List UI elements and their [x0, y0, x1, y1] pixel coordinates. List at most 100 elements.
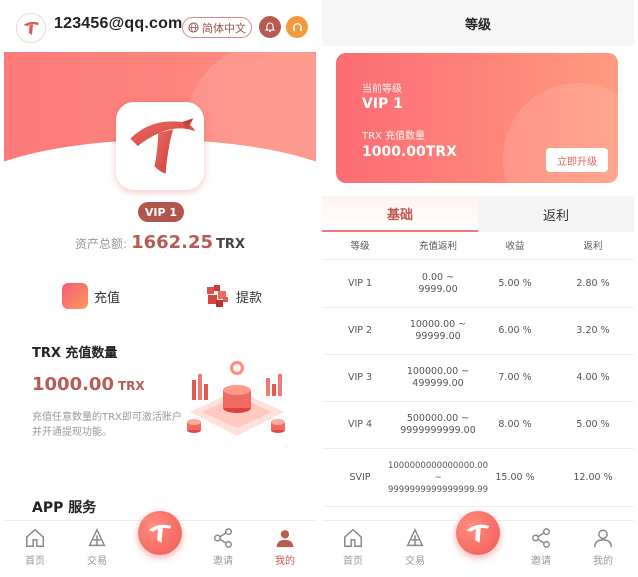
level-panel: 等级 当前等级 VIP 1 TRX 充值数量 1000.00TRX 立即升级 基… [322, 0, 634, 577]
row-income: 6.00 % [498, 325, 532, 336]
page-title: 等级 [322, 0, 634, 46]
bell-icon [264, 22, 276, 33]
trx-card-description: 充值任意数量的TRX即可激活账户并开通提现功能。 [32, 412, 182, 438]
table-row: VIP 1 0.00 ~ 9999.00 5.00 % 2.80 % [322, 261, 634, 308]
app-service-title: APP 服务 [32, 500, 97, 516]
share-icon [214, 528, 232, 548]
row-rebate: 12.00 % [573, 471, 613, 483]
tab-home-label: 首页 [25, 556, 45, 567]
tab-trade[interactable]: 交易 [72, 527, 122, 567]
user-icon [276, 530, 294, 548]
withdraw-button[interactable]: 提款 [204, 283, 262, 309]
table-row: VIP 3 100000.00 ~ 499999.00 7.00 % 4.00 … [322, 355, 634, 402]
trx-amount-unit: TRX [117, 379, 145, 393]
language-button[interactable]: 简体中文 [182, 17, 252, 38]
recharge-label: 充值 [94, 290, 121, 306]
current-level-label: 当前等级 [362, 84, 402, 95]
row-level: SVIP [349, 471, 371, 483]
tab-trade-label: 交易 [405, 556, 425, 567]
level-card: 当前等级 VIP 1 TRX 充值数量 1000.00TRX 立即升级 [336, 53, 618, 183]
row-rebate: 2.80 % [576, 278, 610, 289]
row-income: 5.00 % [498, 278, 532, 289]
logo-icon [148, 524, 172, 543]
tab-trade-label: 交易 [87, 556, 107, 567]
tab-mine-label: 我的 [275, 556, 295, 567]
row-rebate: 3.20 % [576, 325, 610, 336]
tab-invite[interactable]: 邀请 [198, 527, 248, 567]
row-range: 100000.00 ~ 499999.00 [406, 366, 470, 389]
tab-mine-label: 我的 [593, 556, 613, 567]
trade-icon [88, 528, 106, 547]
tab-home[interactable]: 首页 [328, 527, 378, 567]
trx-recharge-label: TRX 充值数量 [362, 131, 426, 142]
home-icon [26, 528, 44, 547]
logo-icon [130, 118, 196, 174]
avatar[interactable] [16, 13, 46, 43]
table-row: SVIP 1000000000000000.00 ~ 9999999999999… [322, 449, 634, 507]
trx-card-title: TRX 充值数量 [32, 346, 118, 361]
globe-icon [188, 22, 199, 33]
asset-total: 资产总额: 1662.25 TRX [4, 232, 316, 253]
app-logo [116, 102, 204, 190]
tab-mine[interactable]: 我的 [260, 527, 310, 567]
account-panel: 123456@qq.com 简体中文 VIP 1 资产总额: 1662.25 TRX [4, 0, 316, 577]
header-income: 收益 [505, 240, 525, 252]
row-rebate: 5.00 % [576, 419, 610, 430]
level-tabs: 基础 返利 [322, 196, 634, 232]
header-level: 等级 [350, 240, 370, 252]
center-logo-button[interactable] [456, 511, 500, 555]
withdraw-icon [207, 285, 228, 307]
row-level: VIP 2 [347, 325, 373, 336]
language-label: 简体中文 [202, 21, 246, 35]
trade-icon [406, 528, 424, 547]
tab-rebate[interactable]: 返利 [478, 196, 634, 232]
row-range: 1000000000000000.00 ~ 9999999999999999.9… [387, 460, 489, 495]
row-range: 0.00 ~ 9999.00 [418, 272, 458, 295]
top-bar: 123456@qq.com 简体中文 [4, 0, 316, 52]
asset-value: 1662.25 [131, 232, 214, 253]
support-button[interactable] [286, 16, 308, 38]
trx-card-amount: 1000.00 TRX [32, 374, 145, 395]
recharge-button[interactable]: 充值 [62, 283, 120, 309]
table-header: 等级 充值返利 收益 返利 [322, 234, 634, 260]
tab-invite[interactable]: 邀请 [516, 527, 566, 567]
bottom-tabbar: 首页 交易 邀请 我的 [4, 511, 316, 577]
row-level: VIP 4 [347, 419, 373, 430]
row-rebate: 4.00 % [576, 372, 610, 383]
tab-invite-label: 邀请 [531, 556, 551, 567]
vip-badge: VIP 1 [138, 202, 184, 222]
notification-button[interactable] [259, 16, 281, 38]
asset-unit: TRX [216, 237, 245, 252]
trx-amount-value: 1000.00 [32, 374, 114, 395]
header-rebate: 返利 [583, 240, 603, 252]
asset-label: 资产总额: [75, 237, 128, 251]
logo-icon [23, 21, 39, 35]
center-logo-button[interactable] [138, 511, 182, 555]
headset-icon [292, 22, 302, 31]
coin-stack-illustration [187, 361, 285, 436]
row-income: 7.00 % [498, 372, 532, 383]
logo-icon [466, 524, 490, 543]
tab-invite-label: 邀请 [213, 556, 233, 567]
row-range: 500000.00 ~ 9999999999.00 [400, 413, 476, 436]
tab-trade[interactable]: 交易 [390, 527, 440, 567]
tab-home[interactable]: 首页 [10, 527, 60, 567]
table-row: VIP 4 500000.00 ~ 9999999999.00 8.00 % 5… [322, 402, 634, 449]
row-income: 15.00 % [495, 471, 535, 483]
tab-basic[interactable]: 基础 [322, 196, 478, 232]
row-level: VIP 3 [347, 372, 373, 383]
table-row: VIP 2 10000.00 ~ 99999.00 6.00 % 3.20 % [322, 308, 634, 355]
header-recharge: 充值返利 [418, 240, 457, 252]
row-range: 10000.00 ~ 99999.00 [409, 319, 467, 342]
row-level: VIP 1 [347, 278, 373, 289]
tab-mine[interactable]: 我的 [578, 527, 628, 567]
account-email: 123456@qq.com [54, 15, 183, 32]
upgrade-button[interactable]: 立即升级 [546, 148, 608, 172]
home-icon [344, 528, 362, 547]
share-icon [532, 528, 550, 548]
current-level-value: VIP 1 [362, 96, 403, 112]
withdraw-label: 提款 [236, 290, 263, 306]
trx-recharge-amount: 1000.00TRX [362, 144, 457, 160]
tab-home-label: 首页 [343, 556, 363, 567]
row-income: 8.00 % [498, 419, 532, 430]
